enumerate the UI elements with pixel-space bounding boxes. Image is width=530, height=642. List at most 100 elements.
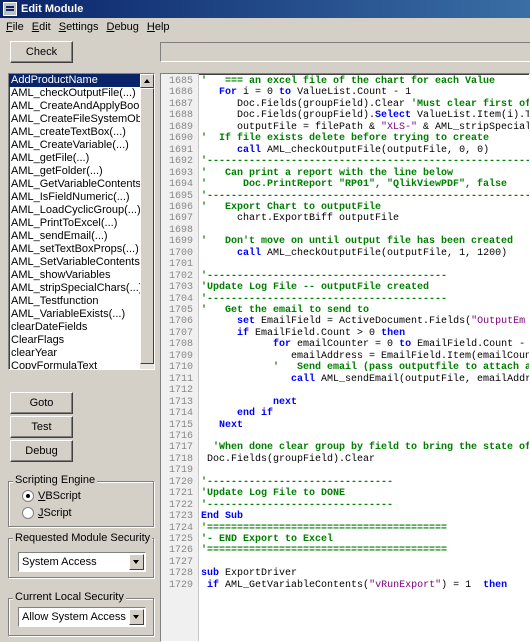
code-line: 1694 ' Doc.PrintReport "RP01", "QlikViewP… — [161, 179, 507, 190]
code-token: set — [237, 316, 256, 328]
code-token: call — [237, 144, 262, 156]
chevron-down-icon — [133, 560, 139, 564]
code-text: ' Doc.PrintReport "RP01", "QlikViewPDF",… — [201, 179, 507, 190]
code-token: 'Update Log File to DONE — [201, 488, 346, 500]
debug-button[interactable]: Debug — [10, 440, 73, 462]
function-list-item[interactable]: AddProductName — [9, 74, 140, 87]
code-text: Doc.Fields(groupField).Clear — [201, 454, 375, 465]
test-button[interactable]: Test — [10, 416, 73, 438]
line-number: 1689 — [168, 121, 193, 133]
code-line: 1709 emailAddress = EmailField.Item(emai… — [161, 351, 529, 362]
function-list-item[interactable]: AML_CreateVariable(...) — [9, 139, 140, 152]
code-token: call — [291, 373, 316, 385]
code-token: ) = 1 — [441, 579, 484, 591]
menu-file[interactable]: File — [2, 21, 28, 33]
code-token: '------------------------------- — [201, 476, 394, 488]
function-list-item[interactable]: AML_setTextBoxProps(...) — [9, 243, 140, 256]
dropdown-button[interactable] — [129, 609, 144, 625]
function-list-item[interactable]: AML_Testfunction — [9, 295, 140, 308]
menu-debug[interactable]: Debug — [102, 21, 142, 33]
line-number: 1685 — [168, 76, 193, 87]
line-number: 1717 — [168, 442, 193, 454]
function-list-item[interactable]: AML_sendEmail(...) — [9, 230, 140, 243]
line-number: 1692 — [168, 156, 193, 168]
code-text: call AML_sendEmail(outputFile, emailAddr — [201, 373, 529, 385]
function-list-item[interactable]: AML_createTextBox(...) — [9, 126, 140, 139]
function-list-item[interactable]: AML_showVariables — [9, 269, 140, 282]
function-list-item[interactable]: AML_stripSpecialChars(...) — [9, 282, 140, 295]
check-button[interactable]: Check — [10, 41, 73, 63]
code-token: ' If file exists delete before trying to… — [201, 133, 490, 145]
function-list-item[interactable]: AML_VariableExists(...) — [9, 308, 140, 321]
code-line: 1693 ' Can print a report with the line b… — [161, 168, 453, 179]
code-line: 1704 '-----------------------------------… — [161, 294, 447, 305]
function-list-item[interactable]: CopyFormulaText — [9, 360, 140, 369]
local-security-select[interactable]: Allow System Access — [18, 607, 146, 627]
radio-jscript[interactable]: JScript — [22, 507, 72, 519]
code-line: 1687 Doc.Fields(groupField).Clear 'Must … — [161, 99, 529, 110]
function-list-item[interactable]: AML_SetVariableContents(...) — [9, 256, 140, 269]
title-bar: Edit Module — [0, 0, 530, 18]
function-list-item[interactable]: AML_LoadCyclicGroup(...) — [9, 204, 140, 217]
code-token: For — [219, 87, 238, 99]
goto-button[interactable]: Goto — [10, 392, 73, 414]
line-number: 1696 — [168, 201, 193, 213]
line-number: 1701 — [168, 259, 193, 271]
code-line: 1728 sub ExportDriver — [161, 568, 297, 579]
code-line: 1714 end if — [161, 408, 273, 419]
code-line: 1692 '-----------------------------------… — [161, 156, 529, 168]
code-editor[interactable]: 1685 ' === an excel file of the chart for… — [160, 73, 530, 642]
code-text: '- END Export to Excel — [201, 534, 333, 545]
function-list-item[interactable]: AML_CreateAndApplyBookma — [9, 100, 140, 113]
menu-edit[interactable]: Edit — [28, 21, 55, 33]
code-line: 1708 for emailCounter = 0 to EmailField.… — [161, 339, 525, 351]
function-list-item[interactable]: AML_PrintToExcel(...) — [9, 217, 140, 230]
code-line: 1715 Next — [161, 419, 243, 431]
code-token: ValueList.Item(i).T — [411, 110, 530, 122]
line-number: 1716 — [168, 430, 193, 442]
radio-vbscript[interactable]: VBScript — [22, 490, 81, 502]
menu-settings[interactable]: Settings — [55, 21, 103, 33]
code-text: 'Update Log File to DONE — [201, 488, 345, 499]
line-number: 1686 — [168, 87, 193, 99]
code-text: '=======================================… — [201, 545, 447, 556]
line-number: 1715 — [168, 419, 193, 431]
code-line: 1695 '-----------------------------------… — [161, 190, 529, 202]
function-list-item[interactable]: AML_getFolder(...) — [9, 165, 140, 178]
function-list-item[interactable]: AML_GetVariableContents(...) — [9, 178, 140, 191]
code-token: AML_GetVariableContents( — [219, 579, 370, 591]
function-list-item[interactable]: AML_IsFieldNumeric(...) — [9, 191, 140, 204]
code-line: 1705 ' Get the email to send to — [161, 305, 369, 316]
line-number: 1695 — [168, 190, 193, 202]
line-number: 1708 — [168, 339, 193, 351]
module-security-select[interactable]: System Access — [18, 552, 146, 572]
function-list-item[interactable]: AML_CreateFileSystemObject — [9, 113, 140, 126]
function-list-item[interactable]: ClearFlags — [9, 334, 140, 347]
code-text: chart.ExportBiff outputFile — [201, 213, 399, 224]
line-number: 1719 — [168, 465, 193, 477]
code-text: '------------------------------- — [201, 477, 393, 488]
function-list[interactable]: AddProductName AML_checkOutputFile(...) AM… — [8, 73, 155, 370]
code-token: '---------------------------------------… — [201, 293, 448, 305]
line-number: 1698 — [168, 224, 193, 236]
code-text: For i = 0 to ValueList.Count - 1 — [201, 87, 411, 98]
dropdown-button[interactable] — [129, 554, 144, 570]
function-list-item[interactable]: clearYear — [9, 347, 140, 360]
function-list-item[interactable]: clearDateFields — [9, 321, 140, 334]
code-line: 1697 chart.ExportBiff outputFile — [161, 213, 399, 224]
code-token: '---------------------------------------… — [201, 270, 448, 282]
code-token: if — [237, 327, 250, 339]
menu-help[interactable]: Help — [143, 21, 174, 33]
code-line: 1721 'Update Log File to DONE — [161, 488, 345, 499]
function-list-item[interactable]: AML_getFile(...) — [9, 152, 140, 165]
arrow-up-icon — [144, 79, 150, 83]
code-token: next — [273, 396, 298, 408]
scroll-thumb[interactable] — [140, 88, 154, 364]
scroll-up-button[interactable] — [140, 74, 154, 88]
code-line: 1702 '-----------------------------------… — [161, 271, 447, 282]
list-scrollbar[interactable] — [140, 74, 154, 369]
function-list-item[interactable]: AML_checkOutputFile(...) — [9, 87, 140, 100]
